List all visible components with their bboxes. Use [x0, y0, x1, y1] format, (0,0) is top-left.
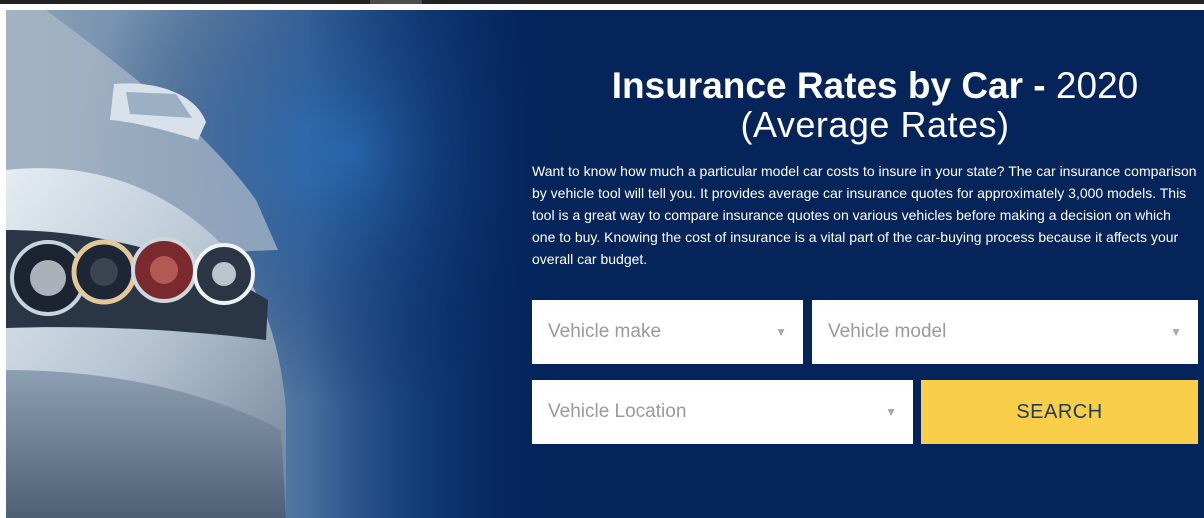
page-title: Insurance Rates by Car - 2020 (Average R…: [546, 66, 1204, 145]
title-line: Insurance Rates by Car - 2020: [612, 65, 1138, 106]
hero-banner: Insurance Rates by Car - 2020 (Average R…: [6, 10, 1204, 518]
vehicle-location-select[interactable]: Vehicle Location ▼: [532, 380, 913, 444]
car-headlight-image: [6, 10, 566, 518]
vehicle-location-placeholder: Vehicle Location: [548, 401, 687, 422]
search-button[interactable]: SEARCH: [921, 380, 1198, 444]
chevron-down-icon: ▼: [1170, 325, 1182, 339]
vehicle-model-placeholder: Vehicle model: [828, 321, 947, 342]
chevron-down-icon: ▼: [775, 325, 787, 339]
vehicle-model-select[interactable]: Vehicle model ▼: [812, 300, 1198, 364]
title-year: 2020: [1055, 65, 1139, 106]
page-subtitle: (Average Rates): [740, 103, 1010, 145]
vehicle-make-placeholder: Vehicle make: [548, 321, 662, 342]
intro-paragraph: Want to know how much a particular model…: [532, 163, 1197, 267]
top-bar-segment: [370, 0, 422, 4]
top-bar: [0, 0, 1204, 4]
title-bold: Insurance Rates by Car -: [611, 65, 1046, 106]
chevron-down-icon: ▼: [885, 405, 897, 419]
vehicle-make-select[interactable]: Vehicle make ▼: [532, 300, 803, 364]
